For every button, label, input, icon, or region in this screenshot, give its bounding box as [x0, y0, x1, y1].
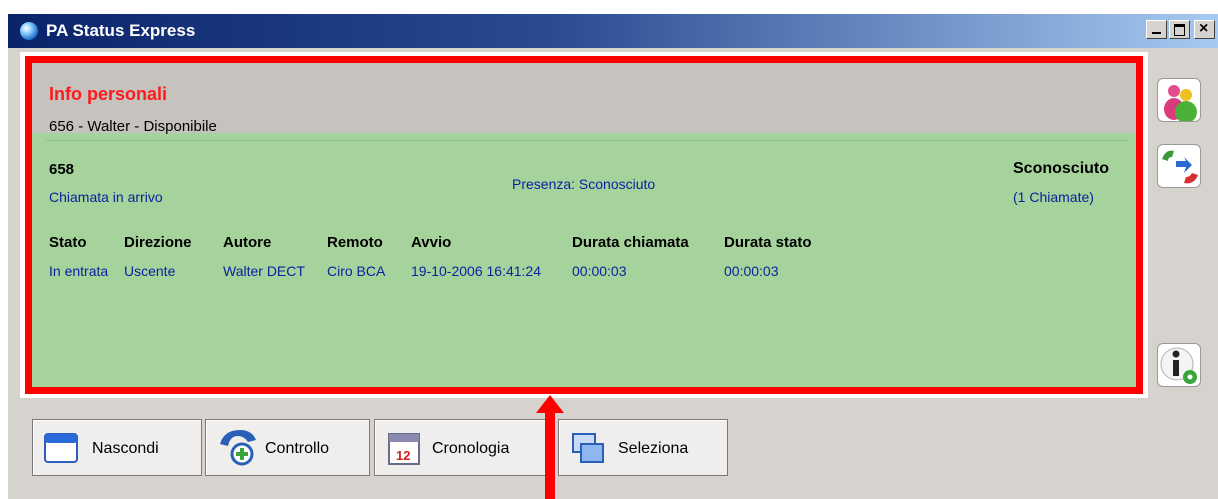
contacts-button[interactable]	[1157, 78, 1201, 122]
window-icon	[44, 433, 78, 463]
phone-search-icon	[220, 430, 256, 466]
title-bar[interactable]: PA Status Express ×	[8, 14, 1218, 48]
highlight-box	[25, 56, 1143, 394]
transfer-call-icon	[1162, 150, 1198, 184]
transfer-call-button[interactable]	[1157, 144, 1201, 188]
calendar-icon: 12	[388, 433, 420, 465]
app-globe-icon	[20, 22, 38, 40]
history-button[interactable]: 12 Cronologia	[374, 419, 550, 476]
contacts-icon	[1164, 85, 1197, 121]
hide-button-label: Nascondi	[92, 440, 159, 457]
hide-button[interactable]: Nascondi	[32, 419, 202, 476]
info-settings-button[interactable]	[1157, 343, 1201, 387]
control-button-label: Controllo	[265, 440, 330, 457]
history-button-label: Cronologia	[432, 440, 510, 457]
window-title: PA Status Express	[46, 21, 196, 40]
select-button[interactable]: Seleziona	[558, 419, 728, 476]
select-icon	[572, 433, 604, 463]
info-settings-icon	[1160, 347, 1197, 384]
close-button[interactable]: ×	[1194, 20, 1215, 39]
svg-text:12: 12	[396, 448, 410, 463]
select-button-label: Seleziona	[618, 440, 689, 457]
minimize-button[interactable]	[1146, 20, 1167, 39]
annotation-arrow	[545, 404, 555, 499]
control-button[interactable]: Controllo	[205, 419, 370, 476]
maximize-button[interactable]	[1169, 20, 1190, 39]
close-icon: ×	[1199, 20, 1209, 37]
